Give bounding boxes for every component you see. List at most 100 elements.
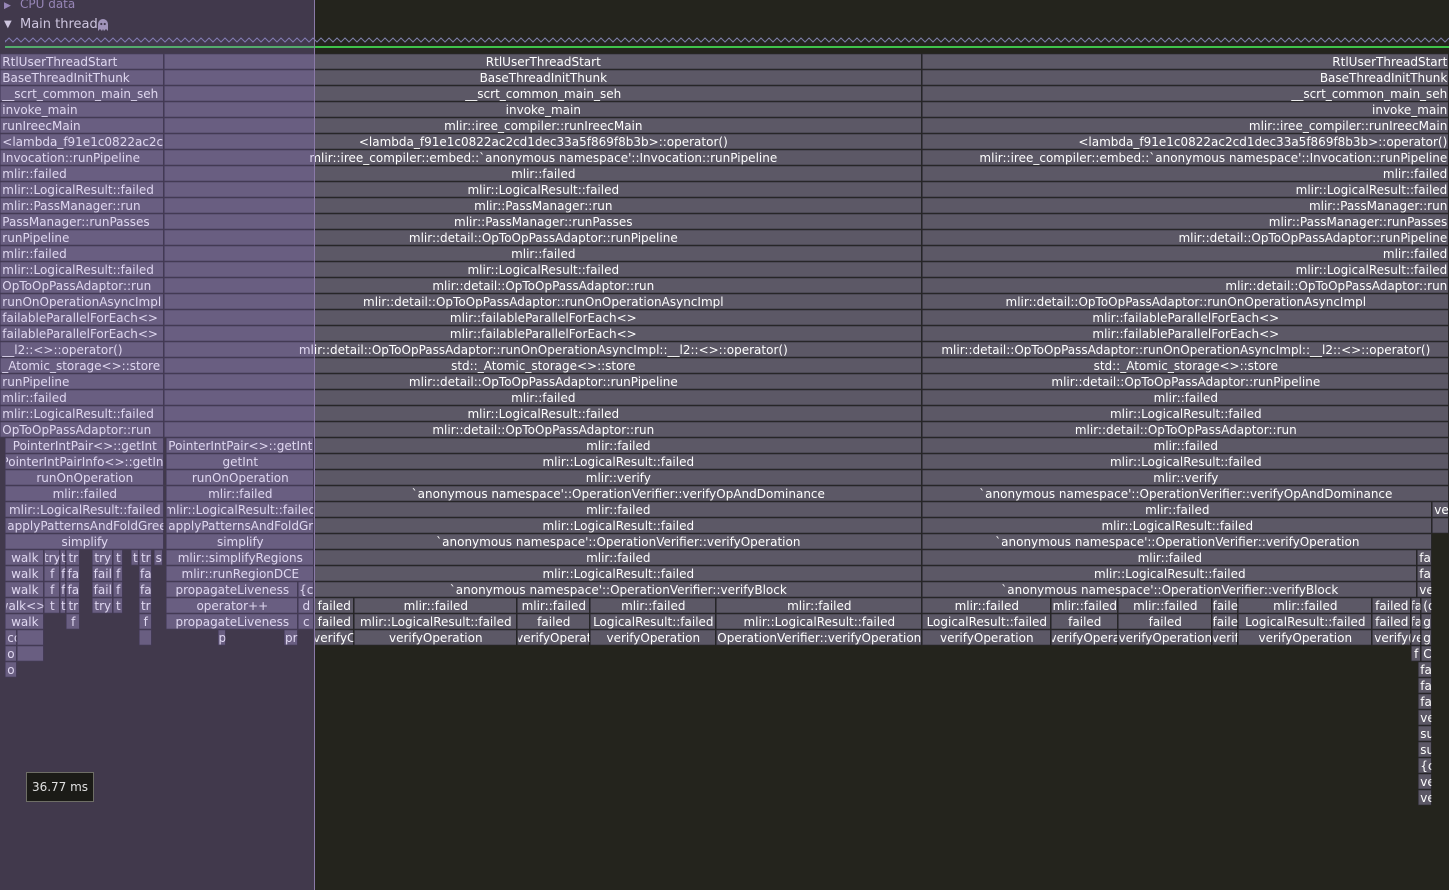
zone[interactable]: t	[59, 597, 66, 614]
zone[interactable]: t	[43, 597, 60, 614]
zone[interactable]: mlir::PassManager::run	[921, 197, 1449, 214]
zone[interactable]: mlir::failableParallelForEach<>	[921, 309, 1449, 326]
zone[interactable]: mlir::failed	[921, 437, 1449, 454]
zone[interactable]: PointerIntPair<>::getInt	[166, 437, 314, 454]
zone[interactable]: mlir::PassManager::run	[0, 197, 164, 214]
zone[interactable]: simplify	[166, 533, 314, 550]
zone[interactable]: <lambda_f91e1c0822ac2cd1dec33a5f869f8b3b…	[164, 133, 922, 150]
zone[interactable]: mlir::runRegionDCE	[166, 565, 314, 582]
zone[interactable]: verifyOperation	[1238, 629, 1372, 646]
zone[interactable]: mlir::verify	[921, 469, 1449, 486]
zone-deep[interactable]: o	[5, 661, 17, 678]
zone[interactable]: mlir::detail::OpToOpPassAdaptor::run	[164, 421, 922, 438]
zone[interactable]: mlir::failed	[921, 165, 1449, 182]
zone[interactable]: mlir::LogicalResult::failed	[164, 501, 316, 518]
zone[interactable]: mlir::LogicalResult::failed	[313, 453, 922, 470]
zone[interactable]: fai	[1417, 549, 1434, 566]
zone[interactable]: std::_Atomic_storage<>::store	[164, 357, 922, 374]
zone[interactable]: mlir::failed	[1238, 597, 1372, 614]
zone[interactable]: mlir::failed	[166, 485, 314, 502]
zone[interactable]: verifyOperation	[589, 629, 716, 646]
zone[interactable]: mlir::LogicalResult::failed	[164, 261, 922, 278]
zone[interactable]: failed	[313, 597, 354, 614]
zone-bar[interactable]	[921, 165, 1449, 182]
zone[interactable]: PointerIntPairInfo<>::getInt	[1, 453, 168, 470]
zone[interactable]: mlir::failed	[921, 245, 1449, 262]
zone-deep[interactable]: f	[1411, 645, 1421, 662]
zone-deep[interactable]: su	[1418, 725, 1434, 742]
zone[interactable]: mlir::failed	[5, 485, 164, 502]
zone[interactable]: mlir::iree_compiler::runIreecMain	[921, 117, 1449, 134]
zone[interactable]: mlir::LogicalResult::failed	[164, 405, 922, 422]
zone-bar[interactable]	[139, 629, 152, 646]
zone[interactable]: mlir::failableParallelForEach<>	[164, 325, 922, 342]
zone-bar[interactable]	[921, 245, 1449, 262]
zone-deep[interactable]: fa	[1418, 661, 1432, 678]
zone[interactable]: verif	[1212, 629, 1240, 646]
zone[interactable]: `anonymous namespace'::OperationVerifier…	[313, 581, 922, 598]
zone-deep[interactable]: o	[5, 645, 17, 662]
zone[interactable]: LogicalResult::failed	[1238, 613, 1372, 630]
zone[interactable]: mlir::failed	[1051, 597, 1118, 614]
zone[interactable]: mlir::failed	[164, 389, 922, 406]
zone[interactable]: fa	[66, 565, 80, 582]
zone[interactable]: pr	[283, 629, 298, 646]
zone[interactable]: mlir::LogicalResult::failed	[715, 613, 922, 630]
zone[interactable]: t	[113, 549, 123, 566]
zone-deep[interactable]	[16, 645, 44, 662]
zone[interactable]: mlir::LogicalResult::failed	[353, 613, 517, 630]
zone[interactable]: ve	[1417, 581, 1433, 598]
zone[interactable]: runOnOperation	[5, 469, 164, 486]
zone-deep[interactable]: fai	[1418, 677, 1435, 694]
zone[interactable]	[139, 629, 152, 646]
zone[interactable]: fail	[92, 565, 113, 582]
zone[interactable]: ver	[1432, 501, 1449, 518]
flame-graph[interactable]: RtlUserThreadStart RtlUserThreadStart RtlU…	[0, 0, 1449, 890]
zone[interactable]: mlir::failed	[921, 501, 1432, 518]
zone[interactable]: t	[59, 549, 66, 566]
zone[interactable]: tr	[66, 549, 80, 566]
zone[interactable]: f	[113, 565, 123, 582]
zone[interactable]: faile	[1212, 597, 1238, 614]
zone[interactable]: mlir::failed	[313, 501, 922, 518]
zone[interactable]: try	[43, 549, 61, 566]
zone[interactable]	[16, 629, 44, 646]
zone[interactable]: walk	[5, 613, 44, 630]
zone[interactable]: try	[92, 549, 113, 566]
zone[interactable]: mlir::failed	[313, 549, 922, 566]
zone[interactable]: f	[43, 565, 60, 582]
zone[interactable]: mlir::LogicalResult::failed	[313, 517, 922, 534]
zone[interactable]: RtlUserThreadStart	[0, 53, 164, 70]
zone[interactable]: `anonymous namespace'::OperationVerifier…	[921, 581, 1417, 598]
zone[interactable]: mlir::detail::OpToOpPassAdaptor::runOnOp…	[921, 293, 1449, 310]
zone[interactable]: `anonymous namespace'::OperationVerifier…	[921, 485, 1449, 502]
zone[interactable]: f	[113, 581, 123, 598]
zone[interactable]: BaseThreadInitThunk	[921, 69, 1449, 86]
zone[interactable]: mlir::PassManager::runPasses	[164, 213, 922, 230]
zone[interactable]: mlir::LogicalResult::failed	[921, 453, 1449, 470]
zone[interactable]: mlir::failed	[921, 597, 1051, 614]
zone[interactable]: BaseThreadInitThunk	[164, 69, 922, 86]
zone[interactable]: walk	[5, 581, 44, 598]
zone[interactable]: PointerIntPair<>::getInt	[5, 437, 164, 454]
zone[interactable]: verify(	[1372, 629, 1413, 646]
zone[interactable]: mlir::LogicalResult::failed	[0, 405, 164, 422]
zone[interactable]: mlir::LogicalResult::failed	[921, 517, 1432, 534]
zone[interactable]: mlir::failed	[164, 165, 922, 182]
zone[interactable]: failableParallelForEach<>	[0, 325, 164, 342]
zone[interactable]: __scrt_common_main_seh	[0, 85, 164, 102]
zone[interactable]: failed	[516, 613, 590, 630]
zone[interactable]: tr	[66, 597, 80, 614]
zone-bar[interactable]	[921, 101, 1449, 118]
zone[interactable]: s	[154, 549, 163, 566]
zone[interactable]: OpToOpPassAdaptor::run	[0, 421, 164, 438]
zone[interactable]: getInt	[166, 453, 314, 470]
zone[interactable]: {c	[297, 581, 314, 598]
zone[interactable]: failed	[1372, 597, 1411, 614]
zone[interactable]: mlir::failed	[921, 389, 1449, 406]
zone[interactable]: LogicalResult::failed	[589, 613, 716, 630]
zone[interactable]: mlir::detail::OpToOpPassAdaptor::run	[164, 277, 922, 294]
zone[interactable]: verifyOperation	[1118, 629, 1212, 646]
zone[interactable]: runOnOperationAsyncImpl	[0, 293, 164, 310]
zone[interactable]: mlir::simplifyRegions	[166, 549, 314, 566]
